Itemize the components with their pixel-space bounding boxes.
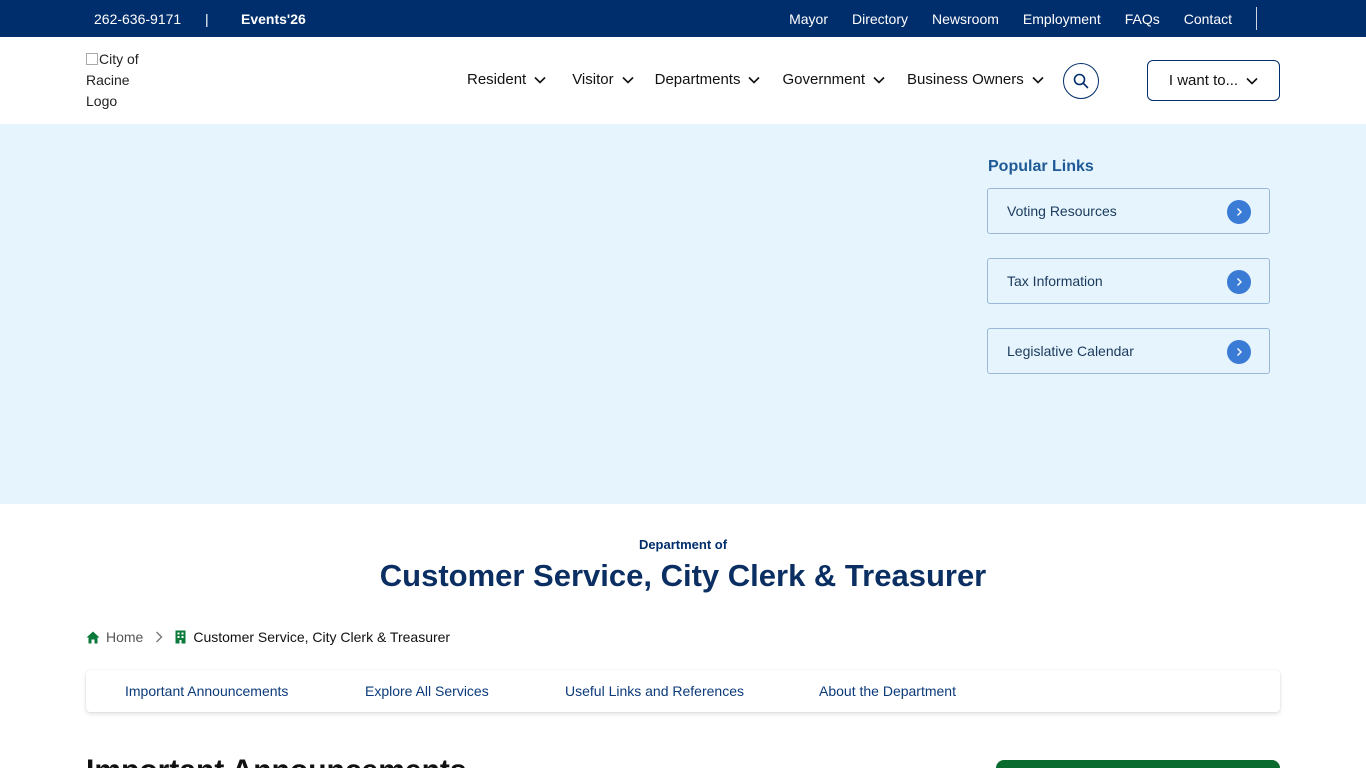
tab-about-department[interactable]: About the Department (819, 683, 956, 699)
chevron-down-icon (534, 76, 546, 84)
topbar-divider (1256, 7, 1257, 30)
search-button[interactable] (1063, 63, 1099, 99)
utility-link-employment[interactable]: Employment (1023, 11, 1101, 27)
chevron-right-icon (1227, 270, 1251, 294)
chevron-down-icon (1246, 77, 1258, 85)
utility-link-faqs[interactable]: FAQs (1125, 11, 1160, 27)
popular-links-title: Popular Links (988, 158, 1094, 175)
nav-label: Resident (467, 71, 527, 88)
breadcrumb-current: Customer Service, City Clerk & Treasurer (193, 629, 451, 645)
chevron-down-icon (873, 76, 885, 84)
utility-links: Mayor Directory Newsroom Employment FAQs… (765, 11, 1232, 27)
nav-label: Government (782, 71, 866, 88)
nav-label: Departments (654, 71, 741, 88)
i-want-to-label: I want to... (1168, 72, 1239, 89)
phone-link[interactable]: 262-636-9171 (94, 11, 181, 27)
popular-link-label: Legislative Calendar (1007, 343, 1134, 359)
popular-link-legislative-calendar[interactable]: Legislative Calendar (987, 328, 1270, 374)
nav-label: Visitor (572, 71, 614, 88)
breadcrumb: Home Customer Service, City Clerk & Trea… (86, 629, 450, 645)
tab-explore-all-services[interactable]: Explore All Services (365, 683, 489, 699)
page-title: Customer Service, City Clerk & Treasurer (379, 558, 987, 593)
department-prefix: Department of (638, 537, 728, 552)
main-nav: Resident Visitor Departments Government … (467, 71, 1044, 88)
section-tab-bar: Important Announcements Explore All Serv… (86, 670, 1280, 712)
section-heading: Important Announcements (86, 754, 467, 768)
utility-link-directory[interactable]: Directory (852, 11, 908, 27)
nav-item-visitor[interactable]: Visitor (572, 71, 634, 88)
nav-item-government[interactable]: Government (782, 71, 885, 88)
broken-image-icon (86, 53, 98, 65)
chevron-right-icon (1227, 200, 1251, 224)
nav-label: Business Owners (907, 71, 1024, 88)
utility-link-mayor[interactable]: Mayor (789, 11, 828, 27)
utility-link-contact[interactable]: Contact (1184, 11, 1232, 27)
i-want-to-dropdown[interactable]: I want to... (1147, 60, 1280, 101)
search-icon (1073, 73, 1089, 89)
green-action-button[interactable] (996, 760, 1280, 768)
tab-important-announcements[interactable]: Important Announcements (125, 683, 288, 699)
popular-link-label: Voting Resources (1007, 203, 1117, 219)
building-icon (175, 630, 186, 644)
nav-item-departments[interactable]: Departments (655, 71, 761, 88)
utility-bar: 262-636-9171 | Events'26 Mayor Directory… (0, 0, 1366, 37)
chevron-right-icon (156, 631, 163, 643)
chevron-down-icon (1032, 76, 1044, 84)
nav-item-resident[interactable]: Resident (467, 71, 546, 88)
home-icon (86, 631, 100, 643)
site-logo[interactable]: City of Racine Logo (86, 49, 156, 112)
events-link[interactable]: Events'26 (241, 11, 306, 27)
popular-link-label: Tax Information (1007, 273, 1103, 289)
topbar-separator: | (205, 11, 209, 27)
site-header: City of Racine Logo Resident Visitor Dep… (0, 37, 1366, 124)
breadcrumb-home[interactable]: Home (106, 629, 143, 645)
chevron-right-icon (1227, 340, 1251, 364)
chevron-down-icon (748, 76, 761, 84)
popular-link-voting-resources[interactable]: Voting Resources (987, 188, 1270, 234)
popular-link-tax-information[interactable]: Tax Information (987, 258, 1270, 304)
utility-link-newsroom[interactable]: Newsroom (932, 11, 999, 27)
hero-banner: Popular Links Voting Resources Tax Infor… (0, 124, 1366, 504)
tab-useful-links[interactable]: Useful Links and References (565, 683, 744, 699)
chevron-down-icon (622, 76, 634, 84)
nav-item-business-owners[interactable]: Business Owners (907, 71, 1044, 88)
